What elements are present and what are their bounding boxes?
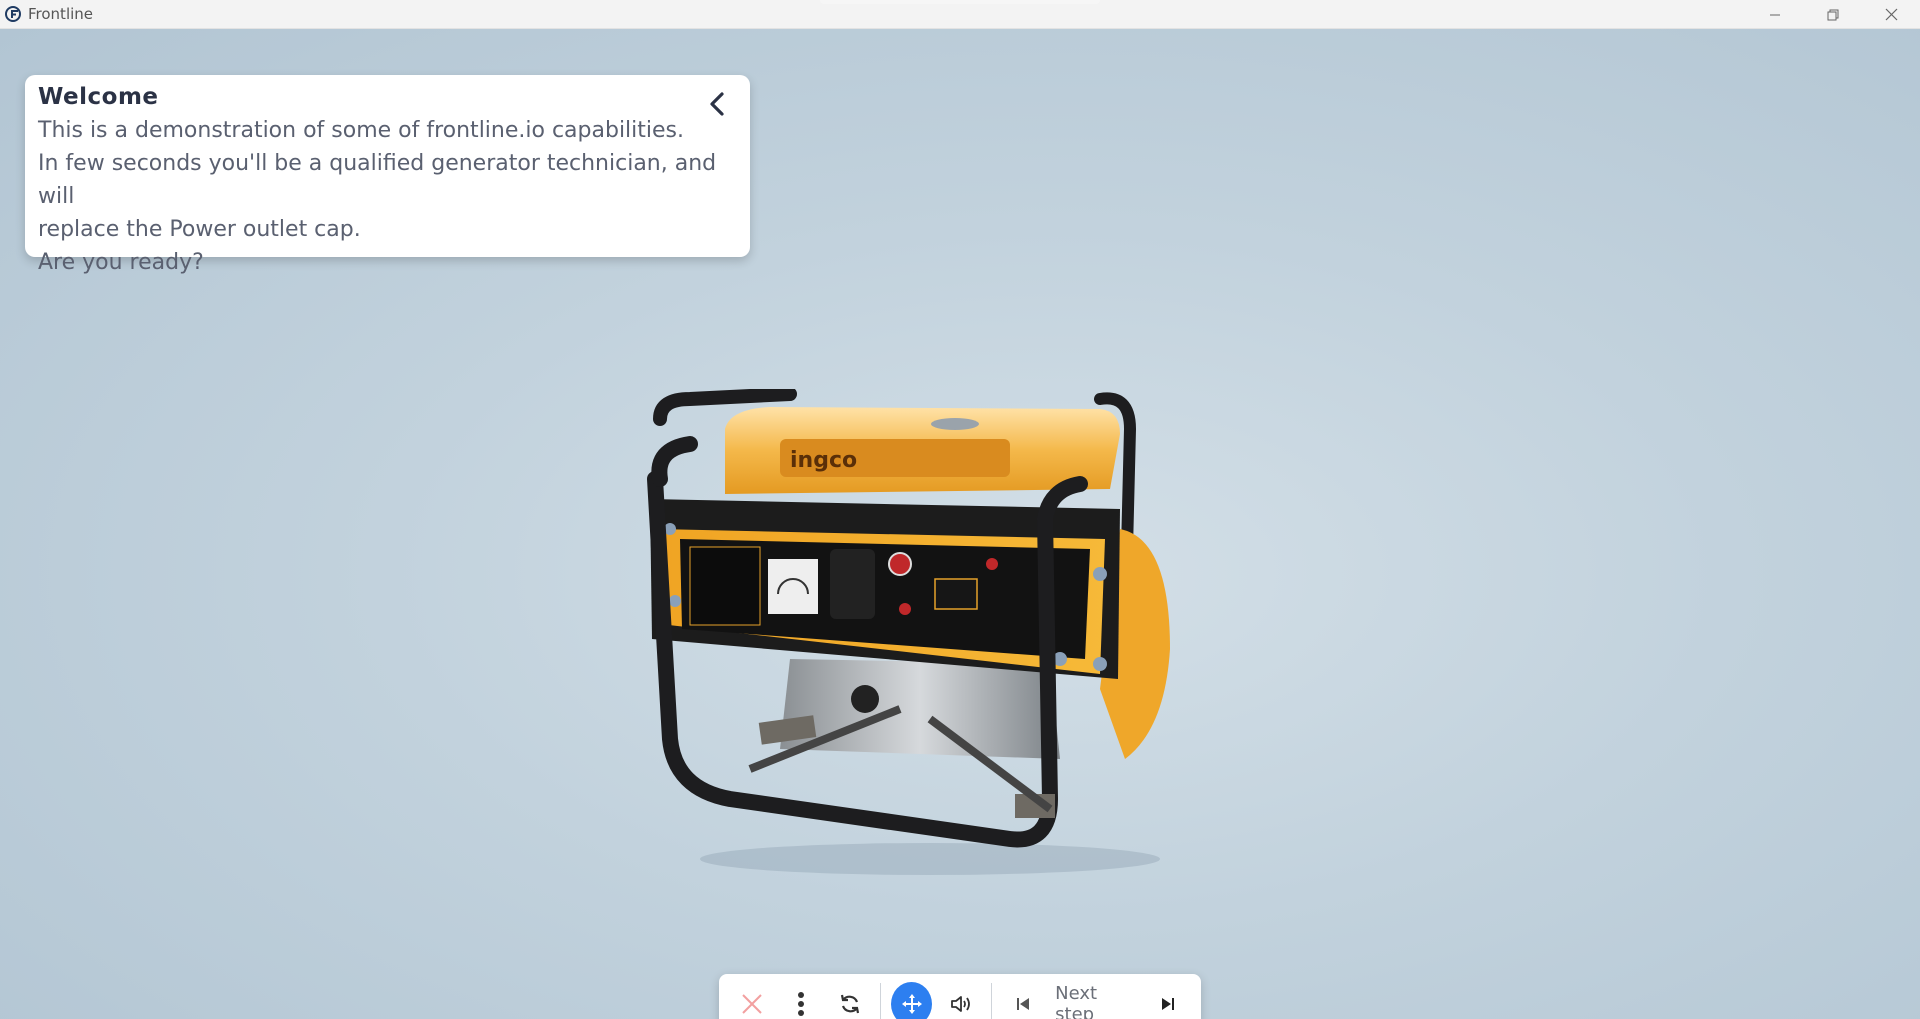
window-notch xyxy=(820,0,1100,4)
minimize-button[interactable] xyxy=(1746,0,1804,29)
player-toolbar: Next step xyxy=(719,974,1201,1019)
toolbar-divider xyxy=(991,982,993,1019)
next-step-label[interactable]: Next step xyxy=(1047,983,1144,1019)
close-window-button[interactable] xyxy=(1862,0,1920,29)
welcome-body: This is a demonstration of some of front… xyxy=(38,114,737,279)
move-icon xyxy=(901,993,922,1014)
toolbar-divider xyxy=(880,982,882,1019)
close-icon xyxy=(1885,8,1897,21)
move-mode-button[interactable] xyxy=(891,981,933,1019)
welcome-line: This is a demonstration of some of front… xyxy=(38,118,685,143)
window-title: Frontline xyxy=(28,5,94,23)
next-step-button[interactable] xyxy=(1148,982,1189,1019)
first-step-button[interactable] xyxy=(1002,982,1043,1019)
volume-icon xyxy=(950,995,970,1012)
frontline-logo-icon xyxy=(5,6,21,22)
generator-model[interactable]: ingco xyxy=(630,389,1200,879)
close-icon xyxy=(741,993,762,1014)
window-titlebar: Frontline xyxy=(0,0,1920,29)
viewport-3d[interactable]: Welcome This is a demonstration of some … xyxy=(0,29,1920,1019)
minimize-icon xyxy=(1770,14,1780,15)
svg-text:ingco: ingco xyxy=(790,448,857,473)
close-scenario-button[interactable] xyxy=(731,982,772,1019)
welcome-line: In few seconds you'll be a qualified gen… xyxy=(38,151,717,209)
rotate-icon xyxy=(840,994,859,1013)
skip-start-icon xyxy=(1016,997,1029,1010)
chevron-left-icon xyxy=(710,92,724,116)
restore-button[interactable] xyxy=(1804,0,1862,29)
welcome-line: Are you ready? xyxy=(38,250,204,275)
more-options-button[interactable] xyxy=(780,982,821,1019)
reset-view-button[interactable] xyxy=(829,982,870,1019)
welcome-card: Welcome This is a demonstration of some … xyxy=(25,75,750,275)
skip-end-icon xyxy=(1162,997,1175,1010)
restore-icon xyxy=(1827,9,1839,20)
welcome-title: Welcome xyxy=(38,84,159,110)
window-controls xyxy=(1746,0,1920,29)
more-vertical-icon xyxy=(797,991,804,1016)
welcome-line: replace the Power outlet cap. xyxy=(38,217,361,242)
collapse-card-button[interactable] xyxy=(702,89,732,119)
sound-button[interactable] xyxy=(940,982,981,1019)
